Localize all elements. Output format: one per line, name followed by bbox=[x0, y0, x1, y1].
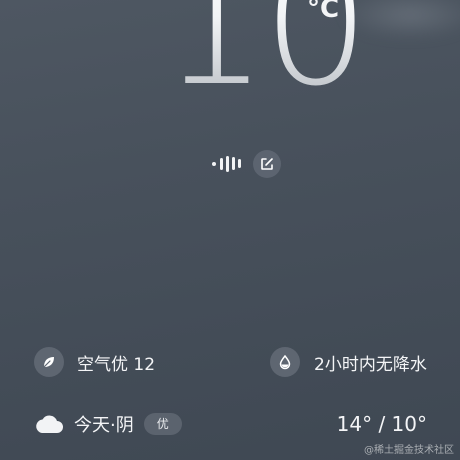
water-drop-icon-circle bbox=[270, 347, 300, 377]
aqi-badge: 优 bbox=[143, 413, 182, 435]
today-condition: 今天·阴 bbox=[74, 415, 134, 436]
watermark: @稀土掘金技术社区 bbox=[364, 445, 454, 456]
edit-icon bbox=[261, 158, 273, 170]
voice-wave-icon[interactable] bbox=[212, 156, 246, 172]
air-quality-row[interactable]: 空气优 12 bbox=[34, 346, 155, 378]
today-forecast-row[interactable]: 今天·阴 优 bbox=[34, 408, 182, 440]
voice-controls bbox=[212, 150, 284, 178]
temperature-range: 14° / 10° bbox=[336, 412, 427, 436]
precipitation-row[interactable]: 2小时内无降水 bbox=[270, 346, 427, 378]
weather-screen: 10 °C 空气优 12 2小时内无降水 今天·阴 优 14° / 10° @稀… bbox=[0, 0, 460, 460]
edit-button[interactable] bbox=[253, 150, 281, 178]
cloud-icon bbox=[36, 415, 63, 433]
leaf-icon bbox=[43, 357, 54, 368]
water-drop-icon bbox=[279, 354, 291, 370]
air-quality-text: 空气优 12 bbox=[77, 354, 156, 375]
leaf-icon-circle bbox=[34, 347, 64, 377]
temperature-unit: °C bbox=[307, 0, 340, 24]
precipitation-text: 2小时内无降水 bbox=[314, 354, 427, 375]
